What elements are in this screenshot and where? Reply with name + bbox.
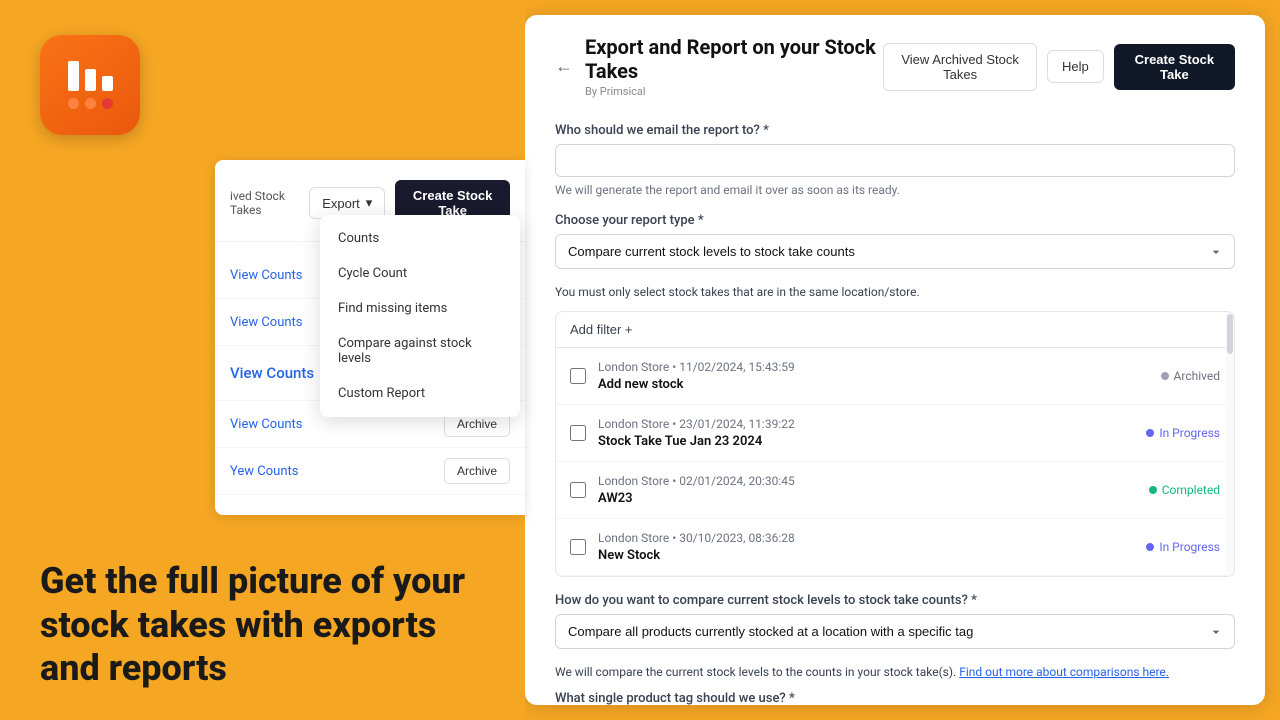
scrollbar[interactable] xyxy=(1226,312,1234,576)
email-label: Who should we email the report to? * xyxy=(555,123,1235,138)
app-logo xyxy=(40,35,140,135)
compare-hint-text: We will compare the current stock levels… xyxy=(555,665,956,679)
view-counts-link[interactable]: View Counts xyxy=(230,364,314,382)
panel-header: ← Export and Report on your Stock Takes … xyxy=(555,35,1235,98)
report-type-label: Choose your report type * xyxy=(555,213,1235,228)
status-label: Completed xyxy=(1162,483,1220,497)
archive-button[interactable]: Archive xyxy=(444,458,510,484)
dropdown-item-counts[interactable]: Counts xyxy=(320,221,520,256)
dropdown-item-compare[interactable]: Compare against stock levels xyxy=(320,326,520,376)
store-date: London Store • 11/02/2024, 15:43:59 xyxy=(598,360,1149,374)
status-dot xyxy=(1149,486,1157,494)
list-item: Yew Counts Archive xyxy=(215,448,525,495)
create-stock-take-button[interactable]: Create Stock Take xyxy=(1114,44,1235,90)
view-counts-link[interactable]: View Counts xyxy=(230,315,303,330)
status-label: In Progress xyxy=(1159,540,1220,554)
location-note: You must only select stock takes that ar… xyxy=(555,285,1235,299)
stock-takes-selector: Add filter + London Store • 11/02/2024, … xyxy=(555,311,1235,577)
compare-label: How do you want to compare current stock… xyxy=(555,593,1235,608)
report-type-group: Choose your report type * Compare curren… xyxy=(555,213,1235,285)
status-dot xyxy=(1146,543,1154,551)
stock-take-checkbox-3[interactable] xyxy=(570,482,586,498)
title-group: Export and Report on your Stock Takes By… xyxy=(585,35,883,98)
compare-select[interactable]: Compare all products currently stocked a… xyxy=(555,614,1235,649)
stock-take-checkbox-1[interactable] xyxy=(570,368,586,384)
stock-take-item: London Store • 23/01/2024, 11:39:22 Stoc… xyxy=(556,405,1234,462)
stock-take-info: London Store • 30/10/2023, 08:36:28 New … xyxy=(598,531,1134,563)
stock-take-item: London Store • 02/01/2024, 20:30:45 AW23… xyxy=(556,462,1234,519)
view-archived-button[interactable]: View Archived Stock Takes xyxy=(883,43,1037,91)
stock-take-item: London Store • 30/10/2023, 08:36:28 New … xyxy=(556,519,1234,576)
store-date: London Store • 02/01/2024, 20:30:45 xyxy=(598,474,1137,488)
panel-subtitle: By Primsical xyxy=(585,85,883,98)
product-tag-group: What single product tag should we use? * xyxy=(555,691,1235,705)
view-counts-link[interactable]: Yew Counts xyxy=(230,464,298,479)
product-tag-label: What single product tag should we use? * xyxy=(555,691,1235,705)
panel-title-area: ← Export and Report on your Stock Takes … xyxy=(555,35,883,98)
status-dot xyxy=(1161,372,1169,380)
stock-take-status: In Progress xyxy=(1146,540,1220,554)
header-actions: View Archived Stock Takes Help Create St… xyxy=(883,43,1235,91)
find-out-link[interactable]: Find out more about comparisons here. xyxy=(959,665,1169,679)
stock-take-checkbox-2[interactable] xyxy=(570,425,586,441)
stock-take-info: London Store • 11/02/2024, 15:43:59 Add … xyxy=(598,360,1149,392)
stock-take-name: AW23 xyxy=(598,491,1137,506)
view-counts-link[interactable]: View Counts xyxy=(230,417,303,432)
report-type-select[interactable]: Compare current stock levels to stock ta… xyxy=(555,234,1235,269)
panel-title: Export and Report on your Stock Takes xyxy=(585,35,883,83)
stock-take-status: Archived xyxy=(1161,369,1220,383)
store-date: London Store • 23/01/2024, 11:39:22 xyxy=(598,417,1134,431)
dropdown-item-cycle-count[interactable]: Cycle Count xyxy=(320,256,520,291)
compare-group: How do you want to compare current stock… xyxy=(555,593,1235,665)
stock-take-info: London Store • 23/01/2024, 11:39:22 Stoc… xyxy=(598,417,1134,449)
bottom-tagline: Get the full picture of your stock takes… xyxy=(40,560,500,690)
back-button[interactable]: ← xyxy=(555,56,573,77)
scroll-thumb xyxy=(1227,314,1233,354)
dropdown-item-custom[interactable]: Custom Report xyxy=(320,376,520,411)
filter-bar: Add filter + xyxy=(556,312,1234,348)
status-dot xyxy=(1146,429,1154,437)
view-counts-link[interactable]: View Counts xyxy=(230,268,303,283)
stock-take-item: London Store • 11/02/2024, 15:43:59 Add … xyxy=(556,348,1234,405)
stock-take-status: In Progress xyxy=(1146,426,1220,440)
archived-label: ived Stock Takes xyxy=(230,189,299,217)
status-label: In Progress xyxy=(1159,426,1220,440)
chevron-down-icon: ▾ xyxy=(366,195,373,211)
store-date: London Store • 30/10/2023, 08:36:28 xyxy=(598,531,1134,545)
email-input[interactable] xyxy=(555,144,1235,177)
status-label: Archived xyxy=(1174,369,1220,383)
email-field-group: Who should we email the report to? * We … xyxy=(555,123,1235,197)
stock-take-name: Add new stock xyxy=(598,377,1149,392)
export-dropdown: Counts Cycle Count Find missing items Co… xyxy=(320,215,520,417)
tagline-text: Get the full picture of your stock takes… xyxy=(40,560,500,690)
email-hint: We will generate the report and email it… xyxy=(555,183,1235,197)
left-panel: ived Stock Takes Export ▾ Create Stock T… xyxy=(0,0,525,720)
stock-take-name: New Stock xyxy=(598,548,1134,563)
dropdown-item-find-missing[interactable]: Find missing items xyxy=(320,291,520,326)
export-label: Export xyxy=(322,196,360,211)
compare-hint: We will compare the current stock levels… xyxy=(555,665,1235,679)
stock-take-name: Stock Take Tue Jan 23 2024 xyxy=(598,434,1134,449)
stock-take-status: Completed xyxy=(1149,483,1220,497)
add-filter-button[interactable]: Add filter + xyxy=(570,322,633,337)
stock-take-checkbox-4[interactable] xyxy=(570,539,586,555)
help-button[interactable]: Help xyxy=(1047,50,1104,83)
stock-take-info: London Store • 02/01/2024, 20:30:45 AW23 xyxy=(598,474,1137,506)
right-panel: ← Export and Report on your Stock Takes … xyxy=(525,15,1265,705)
